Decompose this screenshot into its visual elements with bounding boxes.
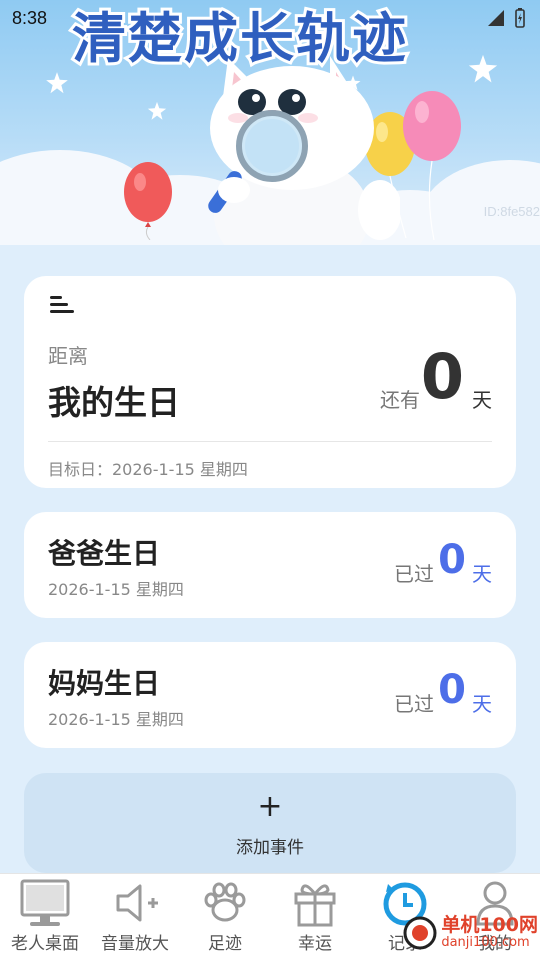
watermark-sub: danji100.com (441, 935, 530, 950)
status-time: 8:38 (12, 8, 48, 28)
speaker-icon (116, 884, 158, 922)
nav-item-volume[interactable]: 音量放大 (90, 874, 180, 960)
star-icon (147, 101, 167, 120)
remain-day-count: 0 (420, 340, 464, 413)
event-date: 2026-1-15 星期四 (48, 580, 184, 599)
nav-item-luck[interactable]: 幸运 (270, 874, 360, 960)
status-icons (486, 8, 526, 28)
battery-icon (515, 8, 525, 28)
plus-icon: + (257, 789, 283, 824)
main-event-card[interactable]: 距离 我的生日 还有 0 天 目标日：2026-1-15 星期四 (24, 276, 516, 488)
header-banner: 8:38 清楚成长轨迹 ID:8fe582 (0, 0, 540, 245)
star-icon (468, 54, 498, 83)
distance-label: 距离 (48, 344, 88, 368)
add-event-label: 添加事件 (236, 838, 304, 858)
kitten-illustration (208, 56, 400, 245)
red-balloon (124, 162, 172, 240)
nav-item-footprint[interactable]: 足迹 (180, 874, 270, 960)
menu-icon[interactable] (50, 296, 74, 316)
event-unit: 天 (472, 692, 492, 716)
target-date: 目标日：2026-1-15 星期四 (48, 460, 248, 479)
remain-unit: 天 (472, 388, 492, 412)
watermark-text: 单机100网 (441, 914, 538, 936)
event-date: 2026-1-15 星期四 (48, 710, 184, 729)
event-unit: 天 (472, 562, 492, 586)
remain-prefix: 还有 (380, 388, 420, 412)
event-card[interactable]: 爸爸生日 2026-1-15 星期四 已过 0 天 (24, 512, 516, 618)
divider (48, 441, 492, 442)
pink-balloon (403, 91, 461, 240)
signal-icon (488, 10, 504, 26)
nav-label: 老人桌面 (11, 934, 79, 954)
add-event-button[interactable]: + 添加事件 (24, 773, 516, 873)
event-status-prefix: 已过 (394, 562, 434, 586)
event-day-count: 0 (438, 537, 466, 583)
event-title: 妈妈生日 (48, 667, 161, 700)
nav-item-elder-desktop[interactable]: 老人桌面 (0, 874, 90, 960)
nav-label: 音量放大 (101, 934, 169, 954)
main-event-title: 我的生日 (48, 383, 180, 422)
nav-label: 幸运 (298, 934, 332, 954)
watermark-logo-icon (403, 916, 437, 950)
banner-id: ID:8fe582 (483, 204, 540, 219)
nav-label: 足迹 (208, 934, 242, 954)
event-status-prefix: 已过 (394, 692, 434, 716)
event-card[interactable]: 妈妈生日 2026-1-15 星期四 已过 0 天 (24, 642, 516, 748)
event-title: 爸爸生日 (48, 537, 161, 570)
star-icon (46, 72, 68, 94)
gift-icon (294, 884, 336, 927)
event-day-count: 0 (438, 667, 466, 713)
monitor-icon (20, 879, 70, 926)
site-watermark: 单机100网 danji100.com (403, 916, 538, 950)
paw-icon (204, 882, 246, 922)
